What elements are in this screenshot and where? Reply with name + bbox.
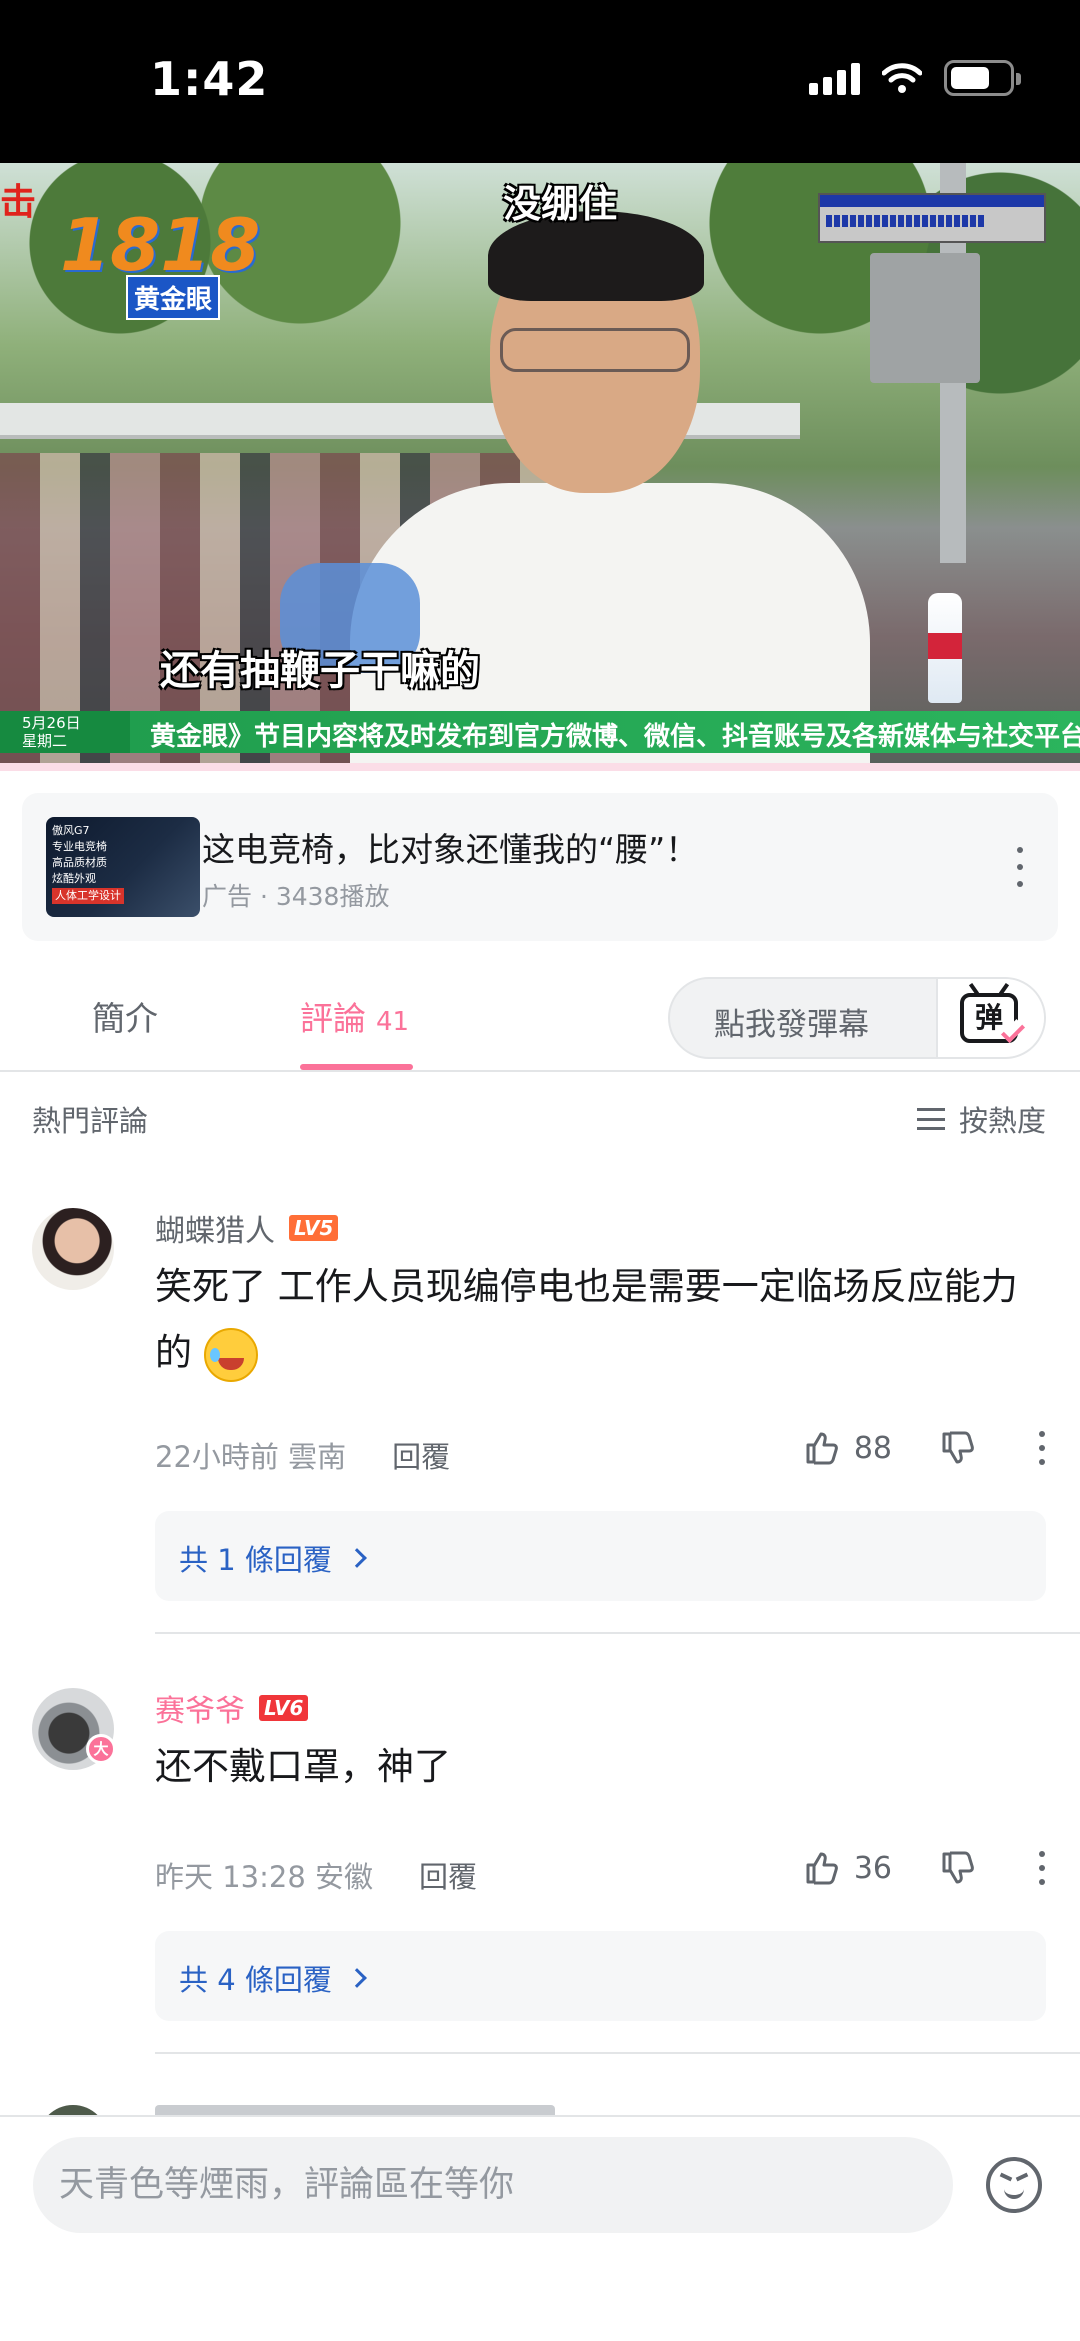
replies-expand[interactable]: 共 4 條回覆: [155, 1931, 1046, 2021]
video-progress-bar[interactable]: [0, 763, 1080, 771]
ad-title: 这电竞椅，比对象还懂我的“腰”！: [202, 830, 699, 869]
ad-meta: 广告 · 3438播放: [202, 882, 390, 911]
battery-icon: [944, 60, 1021, 96]
chevron-right-icon: [346, 1548, 367, 1568]
status-bar: 1:42: [0, 0, 1080, 163]
tab-comments[interactable]: 評論 41: [300, 992, 409, 1040]
section-title: 熱門評論: [32, 1104, 149, 1138]
danmaku-placeholder: 點我發彈幕: [714, 1007, 869, 1043]
video-player[interactable]: 击 1818 黄金眼 没绷住 还有抽鞭子干嘛的 5月26日 星期二 黄金眼》节目…: [0, 163, 1080, 771]
reply-button[interactable]: 回覆: [419, 1854, 477, 1896]
divider: [155, 1632, 1080, 1634]
like-count: 36: [853, 1850, 892, 1886]
tab-comments-label: 評論: [300, 999, 366, 1038]
comment-composer-bar: [0, 2115, 1080, 2341]
vip-badge: 大: [86, 1734, 116, 1764]
tab-bar: 簡介 評論 41 點我發彈幕 弹: [0, 962, 1080, 1072]
like-count: 88: [853, 1430, 892, 1466]
comment-input[interactable]: [33, 2137, 953, 2233]
ad-card[interactable]: 傲风G7 专业电竞椅 高品质材质 炫酷外观 人体工学设计 这电竞椅，比对象还懂我…: [22, 793, 1058, 941]
avatar[interactable]: [32, 1208, 114, 1290]
like-icon[interactable]: [802, 1848, 842, 1888]
comment-time-location: 22小時前 雲南: [155, 1440, 347, 1474]
comment-item: 蝴蝶猎人 LV5 笑死了 工作人员现编停电也是需要一定临场反应能力的 22小時前…: [0, 1200, 1080, 1634]
comment-item: 大 赛爷爷 LV6 还不戴口罩，神了 昨天 13:28 安徽 回覆 36 共 4…: [0, 1680, 1080, 2080]
ad-more-icon[interactable]: [1016, 847, 1024, 887]
tab-intro[interactable]: 簡介: [92, 992, 158, 1040]
danmaku-input[interactable]: 點我發彈幕 弹: [668, 977, 1046, 1059]
level-badge: LV6: [259, 1695, 309, 1721]
username[interactable]: 赛爷爷: [155, 1686, 245, 1730]
chevron-right-icon: [346, 1968, 367, 1988]
ticker-text: 黄金眼》节目内容将及时发布到官方微博、微信、抖音账号及各新媒体与社交平台: [150, 722, 1080, 752]
username[interactable]: 蝴蝶猎人: [155, 1206, 275, 1250]
replies-expand[interactable]: 共 1 條回覆: [155, 1511, 1046, 1601]
video-subtitle-bottom: 还有抽鞭子干嘛的: [160, 648, 480, 694]
dislike-icon[interactable]: [938, 1848, 978, 1888]
status-time: 1:42: [150, 52, 269, 106]
video-progress-dialog-graphic: [818, 193, 1046, 243]
comment-text: 还不戴口罩，神了: [155, 1745, 451, 1788]
sort-button[interactable]: 按熱度: [916, 1098, 1046, 1140]
comments-section-header: 熱門評論 按熱度: [0, 1090, 1080, 1150]
replies-summary: 共 1 條回覆: [179, 1543, 332, 1577]
ticker-date: 5月26日 星期二: [0, 711, 130, 753]
comment-more-icon[interactable]: [1038, 1851, 1046, 1885]
reply-button[interactable]: 回覆: [392, 1434, 450, 1476]
like-icon[interactable]: [802, 1428, 842, 1468]
emoji-icon[interactable]: [986, 2157, 1042, 2213]
replies-summary: 共 4 條回覆: [179, 1963, 332, 1997]
laughing-emoji-icon: [203, 1327, 258, 1382]
level-badge: LV5: [289, 1215, 339, 1241]
comment-time-location: 昨天 13:28 安徽: [155, 1860, 374, 1894]
ad-thumbnail: 傲风G7 专业电竞椅 高品质材质 炫酷外观 人体工学设计: [46, 817, 200, 917]
cellular-signal-icon: [809, 61, 860, 95]
sort-list-icon: [916, 1108, 945, 1130]
active-tab-indicator: [300, 1064, 413, 1070]
sort-label: 按熱度: [958, 1104, 1046, 1138]
comment-text: 笑死了 工作人员现编停电也是需要一定临场反应能力的: [155, 1254, 1035, 1386]
next-comment-partial: [0, 2105, 1080, 2115]
wifi-icon: [882, 63, 922, 93]
tab-comments-count: 41: [376, 1007, 410, 1037]
divider: [155, 2052, 1080, 2054]
comment-more-icon[interactable]: [1038, 1431, 1046, 1465]
news-ticker: 5月26日 星期二 黄金眼》节目内容将及时发布到官方微博、微信、抖音账号及各新媒…: [0, 711, 1080, 753]
danmaku-toggle-button[interactable]: 弹: [936, 979, 1044, 1057]
status-icons: [809, 60, 1021, 96]
dislike-icon[interactable]: [938, 1428, 978, 1468]
